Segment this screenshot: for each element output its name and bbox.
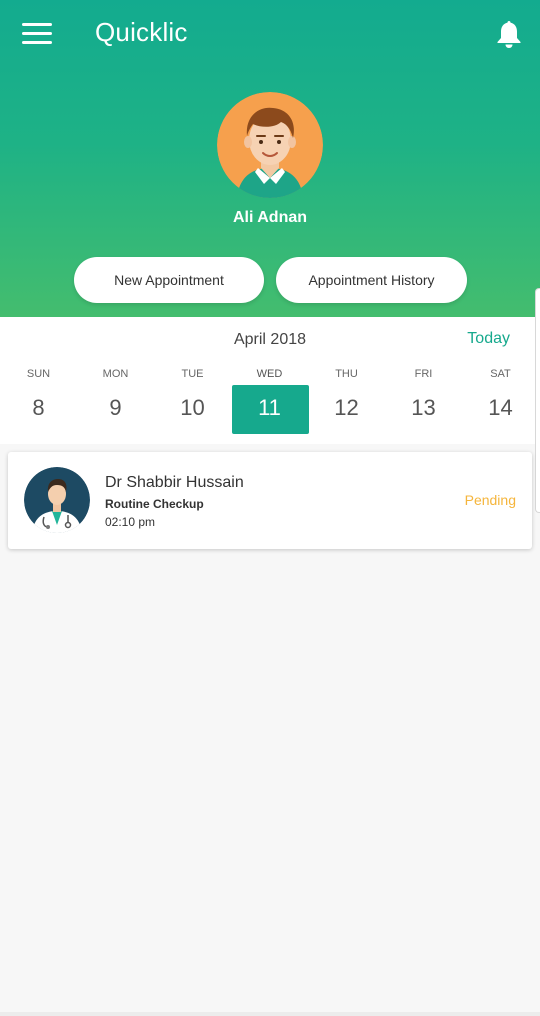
week-calendar: April 2018 Today SUN 8 MON 9 TUE 10 WED … <box>0 317 540 444</box>
day-number: 14 <box>488 395 513 420</box>
day-name: THU <box>335 368 358 380</box>
bottom-divider <box>0 1012 540 1016</box>
appointment-time: 02:10 pm <box>105 515 156 529</box>
new-appointment-button[interactable]: New Appointment <box>74 257 264 303</box>
hamburger-menu-icon[interactable] <box>22 23 52 45</box>
doctor-name: Dr Shabbir Hussain <box>105 474 244 491</box>
day-number: 10 <box>180 395 205 420</box>
appointment-history-button[interactable]: Appointment History <box>276 257 467 303</box>
day-mon[interactable]: MON 9 <box>77 365 154 435</box>
day-tue[interactable]: TUE 10 <box>154 365 231 435</box>
day-name: TUE <box>181 368 204 380</box>
day-number: 11 <box>258 395 281 420</box>
day-name: FRI <box>414 368 433 380</box>
day-fri[interactable]: FRI 13 <box>385 365 462 435</box>
day-name: WED <box>256 368 283 380</box>
day-thu[interactable]: THU 12 <box>308 365 385 435</box>
user-name: Ali Adnan <box>232 209 308 226</box>
day-sun[interactable]: SUN 8 <box>0 365 77 435</box>
appointment-status-badge: Pending <box>464 492 516 508</box>
day-number: 9 <box>109 395 122 420</box>
today-button[interactable]: Today <box>467 330 510 348</box>
calendar-month-label: April 2018 <box>233 331 307 348</box>
day-sat[interactable]: SAT 14 <box>462 365 539 435</box>
user-avatar[interactable] <box>217 92 323 198</box>
app-title: Quicklic <box>95 17 188 47</box>
day-name: SAT <box>490 368 511 380</box>
side-drawer-edge[interactable] <box>535 288 540 513</box>
day-wed-selected[interactable]: WED 11 <box>231 365 309 435</box>
day-number: 12 <box>334 395 359 420</box>
appointment-type: Routine Checkup <box>105 497 204 511</box>
day-number: 13 <box>411 395 436 420</box>
day-name: MON <box>102 368 129 380</box>
day-name: SUN <box>26 368 51 380</box>
bell-icon[interactable] <box>495 19 523 49</box>
appointment-card[interactable]: Dr Shabbir Hussain Routine Checkup 02:10… <box>8 452 532 549</box>
app-header: Quicklic Ali Adnan New Appointment Appoi… <box>0 0 540 317</box>
day-number: 8 <box>32 395 45 420</box>
doctor-avatar <box>24 467 90 533</box>
